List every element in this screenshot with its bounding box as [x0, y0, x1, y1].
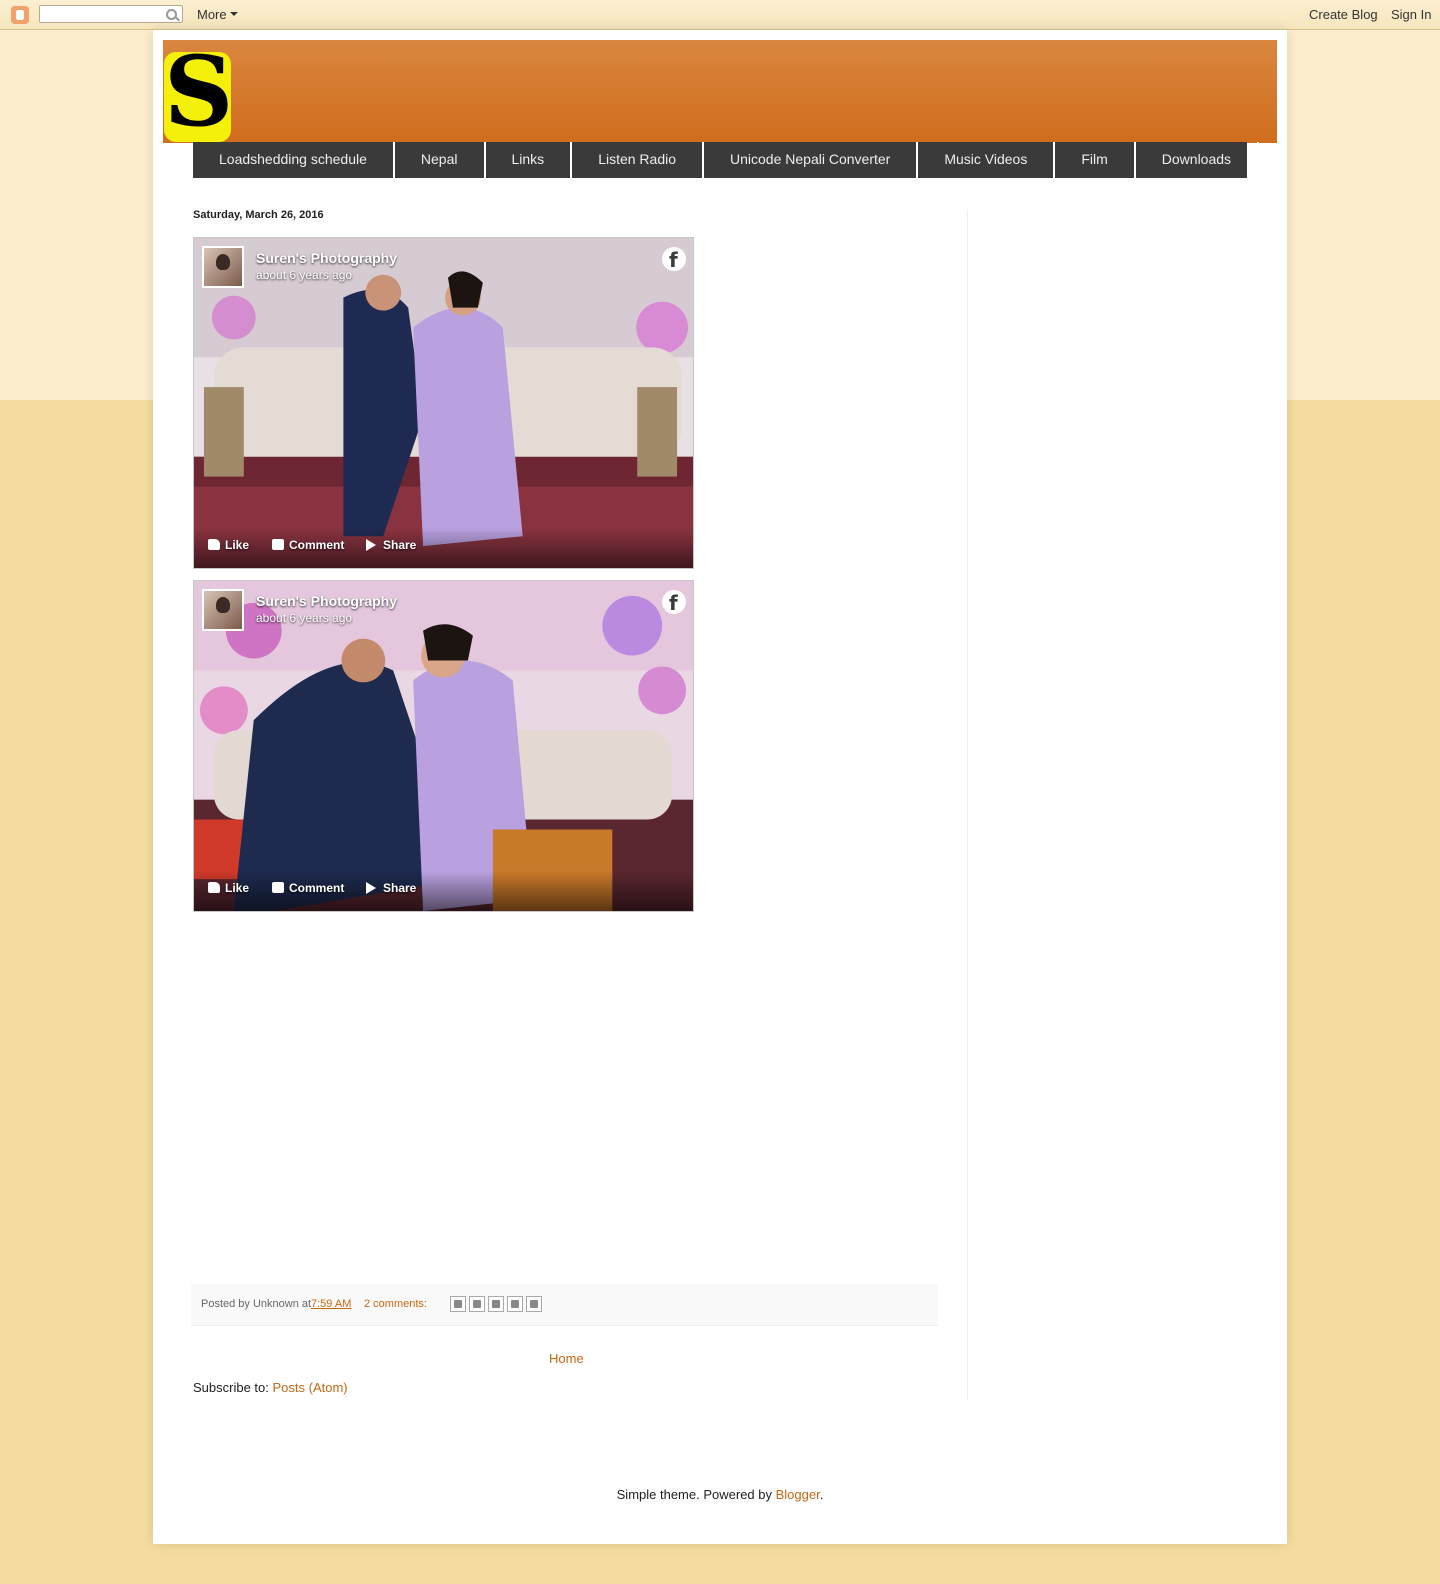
like-icon[interactable] [208, 882, 220, 893]
attribution: Simple theme. Powered by Blogger. [0, 1487, 1440, 1502]
post-photo [194, 238, 693, 568]
post-timestamp[interactable]: about 6 years ago [256, 611, 352, 625]
like-button[interactable]: Like [225, 881, 249, 895]
tab-loadshedding[interactable]: Loadshedding schedule [193, 142, 395, 178]
date-header: Saturday, March 26, 2016 [193, 209, 324, 221]
sidebar-divider [967, 210, 968, 1400]
comments-link[interactable]: 2 comments: [364, 1298, 427, 1310]
share-icon[interactable] [366, 882, 376, 894]
like-icon[interactable] [208, 539, 220, 550]
page-name-link[interactable]: Suren's Photography [256, 250, 397, 266]
facebook-share-icon[interactable] [507, 1296, 523, 1312]
like-button[interactable]: Like [225, 538, 249, 552]
actions-gradient [194, 528, 693, 568]
facebook-post-embed[interactable]: Suren's Photography about 6 years ago Li… [193, 237, 694, 569]
chevron-down-icon[interactable] [230, 12, 238, 16]
post-footer: Posted by Unknown at 7:59 AM 2 comments: [191, 1284, 938, 1326]
attribution-suffix: . [819, 1487, 824, 1502]
home-link[interactable]: Home [549, 1351, 584, 1366]
posts-atom-link[interactable]: Posts (Atom) [273, 1380, 348, 1395]
subscribe-links: Subscribe to: Posts (Atom) [193, 1380, 348, 1395]
share-button[interactable]: Share [383, 881, 416, 895]
facebook-post-embed[interactable]: Suren's Photography about 6 years ago Li… [193, 580, 694, 912]
page-tabs: Loadshedding schedule Nepal Links Listen… [193, 142, 1260, 178]
comment-button[interactable]: Comment [289, 881, 344, 895]
comment-icon[interactable] [272, 882, 284, 893]
attribution-text: Simple theme. Powered by [616, 1487, 772, 1502]
tab-downloads[interactable]: Downloads [1136, 142, 1260, 178]
post-timestamp[interactable]: about 6 years ago [256, 268, 352, 282]
header-banner [163, 40, 1277, 143]
comment-button[interactable]: Comment [289, 538, 344, 552]
share-icon[interactable] [366, 539, 376, 551]
blogger-link[interactable]: Blogger [776, 1487, 820, 1502]
blogger-share-icon[interactable] [469, 1296, 485, 1312]
create-blog-link[interactable]: Create Blog [1309, 7, 1378, 22]
post-photo [194, 581, 693, 911]
tab-music-videos[interactable]: Music Videos [918, 142, 1056, 178]
posted-by: Posted by Unknown at [201, 1298, 312, 1310]
tab-links[interactable]: Links [486, 142, 573, 178]
blogger-navbar: More Create Blog Sign In [0, 0, 1440, 30]
post-timestamp-link[interactable]: 7:59 AM [311, 1298, 351, 1310]
actions-gradient [194, 871, 693, 911]
search-input[interactable] [39, 5, 183, 23]
tab-listen-radio[interactable]: Listen Radio [572, 142, 705, 178]
tab-unicode-converter[interactable]: Unicode Nepali Converter [704, 142, 919, 178]
tab-film[interactable]: Film [1055, 142, 1136, 178]
twitter-share-icon[interactable] [488, 1296, 504, 1312]
blog-logo-letter: S [164, 35, 234, 148]
facebook-icon[interactable] [662, 590, 686, 616]
email-share-icon[interactable] [450, 1296, 466, 1312]
tab-nepal[interactable]: Nepal [395, 142, 486, 178]
avatar[interactable] [202, 589, 244, 631]
pinterest-share-icon[interactable] [526, 1296, 542, 1312]
sign-in-link[interactable]: Sign In [1391, 7, 1431, 22]
facebook-icon[interactable] [662, 247, 686, 273]
share-button[interactable]: Share [383, 538, 416, 552]
subscribe-label: Subscribe to: [193, 1380, 269, 1395]
avatar[interactable] [202, 246, 244, 288]
page-name-link[interactable]: Suren's Photography [256, 593, 397, 609]
blogger-logo-icon[interactable] [11, 6, 29, 24]
more-menu[interactable]: More [197, 7, 227, 22]
comment-icon[interactable] [272, 539, 284, 550]
search-icon[interactable] [166, 9, 177, 20]
